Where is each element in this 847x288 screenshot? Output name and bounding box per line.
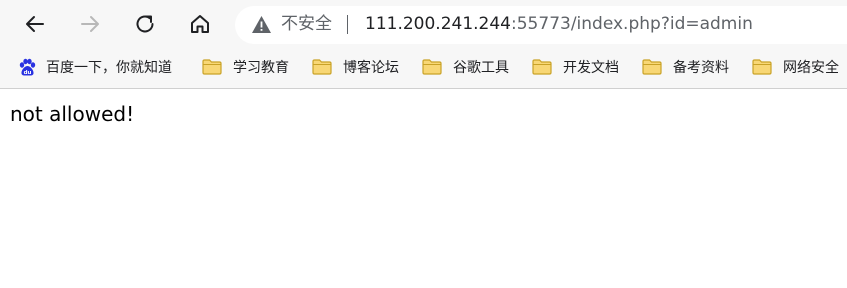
reload-icon <box>136 15 154 33</box>
folder-icon <box>202 59 222 75</box>
bookmark-label: 备考资料 <box>673 60 729 76</box>
home-button[interactable] <box>182 6 218 42</box>
bookmark-folder-google-tools[interactable]: 谷歌工具 <box>422 56 509 78</box>
bookmark-label: 网络安全 <box>783 60 839 76</box>
bookmark-label: 学习教育 <box>233 60 289 76</box>
url-text[interactable]: 111.200.241.244:55773/index.php?id=admin <box>365 14 753 34</box>
address-divider <box>347 15 348 34</box>
baidu-paw-icon: du <box>19 58 36 76</box>
bookmark-folder-network-security[interactable]: 网络安全 <box>752 56 839 78</box>
forward-button[interactable] <box>72 6 108 42</box>
reload-button[interactable] <box>127 6 163 42</box>
back-button[interactable] <box>17 6 53 42</box>
url-host: 111.200.241.244 <box>365 14 512 34</box>
folder-icon <box>642 59 662 75</box>
svg-text:du: du <box>24 70 32 76</box>
bookmark-label: 谷歌工具 <box>453 60 509 76</box>
bookmark-folder-study[interactable]: 学习教育 <box>202 56 289 78</box>
folder-icon <box>422 59 442 75</box>
forward-arrow-icon <box>81 16 99 32</box>
address-bar[interactable]: 不安全 111.200.241.244:55773/index.php?id=a… <box>235 6 847 44</box>
bookmark-baidu[interactable]: du 百度一下，你就知道 <box>18 56 172 78</box>
bookmark-folder-dev-docs[interactable]: 开发文档 <box>532 56 619 78</box>
browser-toolbar: 不安全 111.200.241.244:55773/index.php?id=a… <box>0 0 847 48</box>
folder-icon <box>312 59 332 75</box>
bookmark-label: 开发文档 <box>563 60 619 76</box>
bookmark-label: 百度一下，你就知道 <box>46 60 172 76</box>
warning-icon[interactable] <box>251 15 272 34</box>
home-icon <box>191 15 209 33</box>
page-content: not allowed! <box>0 89 847 139</box>
back-arrow-icon <box>26 16 44 32</box>
bookmarks-bar: du 百度一下，你就知道 学习教育 博客论坛 谷歌工具 开发文档 备考资料 网络… <box>0 48 847 89</box>
bookmark-label: 博客论坛 <box>343 60 399 76</box>
security-status-label[interactable]: 不安全 <box>281 14 332 34</box>
bookmark-folder-exam-prep[interactable]: 备考资料 <box>642 56 729 78</box>
folder-icon <box>752 59 772 75</box>
bookmark-folder-blogs[interactable]: 博客论坛 <box>312 56 399 78</box>
folder-icon <box>532 59 552 75</box>
url-path: :55773/index.php?id=admin <box>511 14 753 34</box>
page-message: not allowed! <box>10 102 135 126</box>
